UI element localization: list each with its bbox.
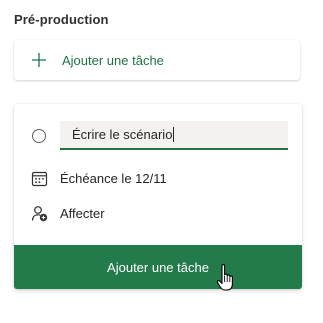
task-title-input[interactable]: Écrire le scénario <box>60 121 288 150</box>
due-date-button[interactable]: Échéance le 12/11 <box>31 170 167 187</box>
plus-icon <box>32 53 46 67</box>
task-title-value: Écrire le scénario <box>72 127 173 142</box>
assign-button[interactable]: Affecter <box>31 205 105 222</box>
add-task-button[interactable]: Ajouter une tâche <box>14 40 300 80</box>
assign-label: Affecter <box>60 206 105 221</box>
text-caret <box>173 127 175 142</box>
complete-task-checkbox[interactable] <box>32 129 46 143</box>
add-task-submit-button[interactable]: Ajouter une tâche <box>14 245 302 289</box>
new-task-card: Écrire le scénario Échéance le 12/11 Aff… <box>14 104 302 289</box>
calendar-icon <box>31 171 48 187</box>
add-person-icon <box>31 206 48 222</box>
bucket-title: Pré-production <box>14 12 109 27</box>
due-date-label: Échéance le 12/11 <box>60 171 167 186</box>
add-task-label: Ajouter une tâche <box>62 53 164 68</box>
